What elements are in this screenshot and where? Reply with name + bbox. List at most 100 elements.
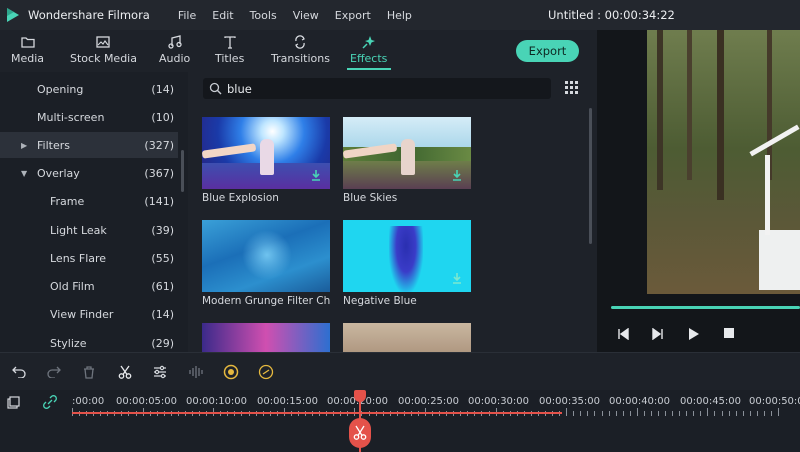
timecode-label: 00:00:45:00	[680, 396, 742, 407]
ruler-tick	[643, 411, 645, 416]
preview-video	[647, 30, 800, 294]
tab-media[interactable]: Media	[11, 33, 44, 65]
tab-audio[interactable]: Audio	[159, 33, 190, 65]
speed-icon[interactable]	[257, 363, 275, 381]
effect-label: Negative Blue	[343, 295, 417, 307]
caret-down-icon[interactable]: ▼	[21, 169, 27, 178]
effect-card-negative-blue[interactable]: Negative Blue	[343, 220, 471, 307]
effect-thumbnail[interactable]	[202, 323, 330, 352]
ruler-tick	[721, 411, 723, 416]
step-forward-icon[interactable]	[652, 328, 664, 340]
preview-panel	[597, 30, 800, 352]
timecode-label: 00:00:05:00	[116, 396, 178, 407]
effect-card[interactable]	[343, 323, 471, 352]
effect-label: Blue Explosion	[202, 192, 279, 204]
redo-icon[interactable]	[45, 363, 63, 381]
menu-tools[interactable]: Tools	[250, 9, 277, 22]
ruler-tick	[636, 408, 638, 416]
subcategory-view-finder[interactable]: View Finder (14)	[0, 301, 178, 327]
color-match-icon[interactable]	[222, 363, 240, 381]
subcategory-old-film[interactable]: Old Film (61)	[0, 273, 178, 299]
timecode-label: 00:00:40:00	[609, 396, 671, 407]
active-tab-indicator	[347, 68, 391, 70]
category-count: (327)	[144, 138, 174, 152]
app-name: Wondershare Filmora	[28, 8, 150, 22]
effect-card-blue-skies[interactable]: Blue Skies	[343, 117, 471, 204]
ruler-tick	[594, 411, 596, 416]
search-box[interactable]	[203, 78, 551, 99]
menu-view[interactable]: View	[293, 9, 319, 22]
export-button[interactable]: Export	[516, 40, 579, 62]
effect-thumbnail[interactable]	[202, 117, 330, 189]
category-overlay[interactable]: ▼ Overlay (367)	[0, 160, 178, 186]
ruler-tick	[707, 408, 709, 416]
effects-icon	[362, 33, 376, 51]
timecode-label: :00:00	[72, 396, 105, 407]
text-icon	[224, 33, 236, 51]
tab-titles[interactable]: Titles	[215, 33, 244, 65]
category-count: (55)	[151, 251, 174, 265]
category-count: (14)	[151, 82, 174, 96]
category-name: Old Film	[50, 279, 95, 293]
caret-right-icon[interactable]: ▶	[21, 141, 27, 150]
download-icon[interactable]	[451, 169, 463, 181]
ruler-tick	[608, 411, 610, 416]
ruler-tick	[601, 411, 603, 416]
effect-thumbnail[interactable]	[343, 323, 471, 352]
sidebar-scrollbar[interactable]	[181, 150, 184, 192]
step-back-icon[interactable]	[617, 328, 629, 340]
ruler-tick	[778, 408, 779, 416]
ruler-tick	[629, 411, 631, 416]
timecode-label: 00:00:25:00	[398, 396, 460, 407]
download-icon[interactable]	[310, 169, 322, 181]
menu-export[interactable]: Export	[335, 9, 371, 22]
search-input[interactable]	[227, 80, 527, 97]
ruler-tick	[770, 411, 772, 416]
preview-progress-bar[interactable]	[611, 306, 800, 309]
effects-scrollbar[interactable]	[589, 108, 592, 244]
effects-browser: Blue Explosion Blue Skies Modern Grunge …	[188, 72, 597, 352]
delete-icon[interactable]	[80, 363, 98, 381]
download-icon[interactable]	[451, 272, 463, 284]
category-name: Overlay	[37, 166, 80, 180]
effect-thumbnail[interactable]	[202, 220, 330, 292]
add-track-icon[interactable]	[7, 396, 20, 409]
menu-edit[interactable]: Edit	[212, 9, 233, 22]
undo-icon[interactable]	[10, 363, 28, 381]
menu-file[interactable]: File	[178, 9, 196, 22]
effect-card[interactable]	[202, 323, 330, 352]
link-icon[interactable]	[43, 395, 57, 409]
effect-thumbnail[interactable]	[343, 117, 471, 189]
ruler-tick	[763, 411, 765, 416]
category-filters[interactable]: ▶ Filters (327)	[0, 132, 178, 158]
cut-icon[interactable]	[116, 363, 134, 381]
tab-transitions[interactable]: Transitions	[271, 33, 330, 65]
split-scissors-icon[interactable]	[349, 418, 371, 448]
subcategory-stylize[interactable]: Stylize (29)	[0, 330, 178, 352]
ruler-tick	[756, 411, 758, 416]
stop-icon[interactable]	[724, 328, 734, 338]
ruler-tick	[742, 411, 744, 416]
grid-view-icon[interactable]	[565, 81, 578, 94]
ruler-tick	[566, 408, 568, 416]
category-multi-screen[interactable]: Multi-screen (10)	[0, 104, 178, 130]
subcategory-frame[interactable]: Frame (141)	[0, 188, 178, 214]
category-opening[interactable]: Opening (14)	[0, 76, 178, 102]
audio-waveform-icon[interactable]	[187, 363, 205, 381]
effect-card-modern-grunge[interactable]: Modern Grunge Filter Ch...	[202, 220, 330, 307]
ruler-tick	[580, 411, 582, 416]
timeline-ruler[interactable]: :00:00 00:00:05:00 00:00:10:00 00:00:15:…	[72, 390, 800, 420]
effect-thumbnail[interactable]	[343, 220, 471, 292]
tab-stock-media[interactable]: Stock Media	[70, 33, 137, 65]
ruler-tick	[679, 411, 681, 416]
subcategory-light-leak[interactable]: Light Leak (39)	[0, 217, 178, 243]
ruler-tick	[657, 411, 659, 416]
play-icon[interactable]	[688, 328, 699, 340]
menu-help[interactable]: Help	[387, 9, 412, 22]
playhead-handle[interactable]	[354, 390, 366, 402]
adjust-icon[interactable]	[151, 363, 169, 381]
effect-card-blue-explosion[interactable]: Blue Explosion	[202, 117, 330, 204]
ruler-tick	[714, 411, 716, 416]
subcategory-lens-flare[interactable]: Lens Flare (55)	[0, 245, 178, 271]
tab-effects[interactable]: Effects	[350, 33, 387, 65]
